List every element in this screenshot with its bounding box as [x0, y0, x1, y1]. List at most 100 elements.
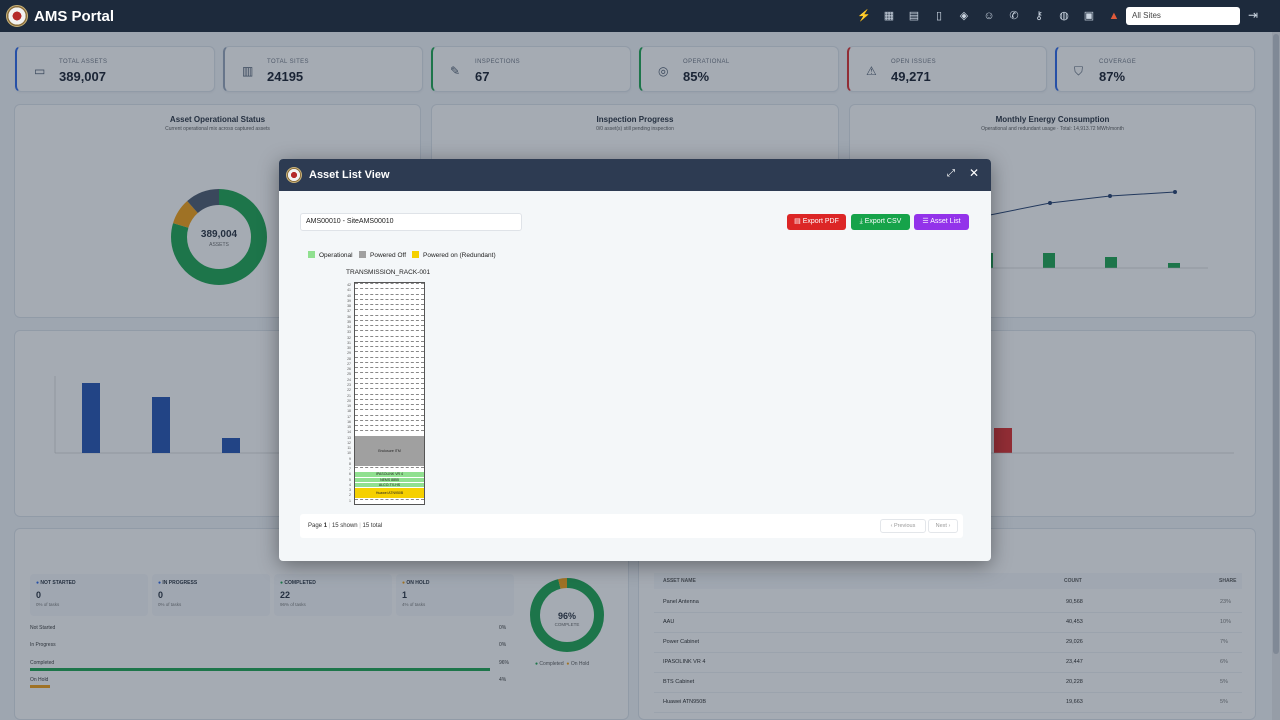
rack-unit-number: 14 [347, 430, 351, 435]
rack-unit-number: 25 [347, 372, 351, 377]
rack-unit-number: 33 [347, 330, 351, 335]
rack-unit-line [355, 309, 424, 311]
top-bar: AMS Portal ⚡ ▦ ▤ ▯ ◈ ☺ ✆ ⚷ ◍ ▣ ▲ All Sit… [0, 0, 1280, 32]
rack-unit-number: 37 [347, 309, 351, 314]
download-icon: ⤓ [859, 218, 863, 225]
rack-unit-number: 40 [347, 293, 351, 298]
rack-unit-number: 17 [347, 414, 351, 419]
rack-unit-number: 6 [349, 472, 351, 477]
rack-unit-line [355, 425, 424, 427]
bolt-icon[interactable]: ⚡ [856, 8, 872, 24]
rack-unit-line [355, 467, 424, 469]
page-number: 1 [323, 523, 328, 529]
rack-unit-line [355, 419, 424, 421]
rack-unit-line [355, 377, 424, 379]
rack-unit-number: 23 [347, 382, 351, 387]
rack-unit-line [355, 288, 424, 290]
export-pdf-button[interactable]: ▤ Export PDF [787, 214, 846, 230]
rack-unit-number: 29 [347, 351, 351, 356]
rack-unit-line [355, 293, 424, 295]
rack-unit-number: 7 [349, 467, 351, 472]
export-csv-label: Export CSV [864, 218, 902, 225]
rack-unit-line [355, 356, 424, 358]
shown-count: 15 shown [331, 523, 358, 529]
page-label: Page [308, 523, 323, 529]
rack-unit-line [355, 361, 424, 363]
key-icon[interactable]: ⚷ [1031, 8, 1047, 24]
total-count: 15 total [362, 523, 383, 529]
rack-unit-number: 19 [347, 404, 351, 409]
chart-icon[interactable]: ▲ [1106, 8, 1122, 24]
rack-unit-number: 30 [347, 346, 351, 351]
table-icon[interactable]: ▦ [881, 8, 897, 24]
rack-diagram: Enclosure ITM IPASOLINK VR 4 NEMS 8855 ALCO… [354, 282, 425, 505]
legend-powered-off: Powered Off [359, 251, 406, 259]
rack-unit-number: 9 [349, 456, 351, 461]
rack-unit-number: 31 [347, 340, 351, 345]
phone-icon[interactable]: ✆ [1006, 8, 1022, 24]
rack-unit-number: 20 [347, 398, 351, 403]
rack-unit-line [355, 330, 424, 332]
users-icon[interactable]: ☺ [981, 8, 997, 24]
rack-unit-line [355, 367, 424, 369]
asset-list-modal: Asset List View ⤢ ✕ AMS00010 - SiteAMS00… [279, 159, 991, 561]
rack-slot[interactable]: Enclosure ITM [355, 435, 424, 468]
rack-unit-number: 18 [347, 409, 351, 414]
rack-unit-number: 16 [347, 419, 351, 424]
export-csv-button[interactable]: ⤓ Export CSV [851, 214, 910, 230]
rack-unit-number: 5 [349, 477, 351, 482]
legend-label: Powered on (Redundant) [423, 252, 496, 259]
rack-slot[interactable]: Huawei ATN950B [355, 488, 424, 499]
expand-icon[interactable]: ⤢ [947, 168, 955, 179]
next-button[interactable]: Next › [928, 519, 958, 533]
rack-unit-number: 28 [347, 356, 351, 361]
previous-button[interactable]: ‹ Previous [880, 519, 926, 533]
pdf-icon: ▤ [794, 218, 801, 225]
rack-unit-line [355, 430, 424, 432]
rack-unit-line [355, 372, 424, 374]
rack-unit-line [355, 346, 424, 348]
rack-unit-number: 35 [347, 319, 351, 324]
rack-unit-line [355, 393, 424, 395]
app-logo [6, 5, 28, 27]
rack-unit-number: 36 [347, 314, 351, 319]
rack-unit-number: 26 [347, 367, 351, 372]
rack-unit-number: 21 [347, 393, 351, 398]
site-input[interactable]: AMS00010 - SiteAMS00010 [300, 213, 522, 231]
calendar-icon[interactable]: ▣ [1081, 8, 1097, 24]
legend-label: Powered Off [370, 252, 407, 259]
rack-unit-line [355, 335, 424, 337]
legend-operational: Operational [308, 251, 353, 259]
modal-title: Asset List View [309, 169, 390, 181]
map-icon[interactable]: ▯ [931, 8, 947, 24]
modal-logo [286, 167, 302, 183]
rack-unit-number: 41 [347, 288, 351, 293]
rack-unit-number: 42 [347, 283, 351, 287]
list-icon: ☰ [922, 218, 929, 225]
legend-swatch [412, 251, 419, 258]
legend-swatch [359, 251, 366, 258]
rack-unit-line [355, 404, 424, 406]
rack-unit-number: 22 [347, 388, 351, 393]
close-icon[interactable]: ✕ [969, 166, 979, 180]
rack-unit-line [355, 314, 424, 316]
rack-unit-number: 10 [347, 451, 351, 456]
clipboard-icon[interactable]: ▤ [906, 8, 922, 24]
legend-label: Operational [319, 252, 353, 259]
rack-unit-line [355, 340, 424, 342]
rack-unit-number: 15 [347, 425, 351, 430]
rack-unit-line [355, 382, 424, 384]
asset-list-label: Asset List [930, 218, 961, 225]
rack-unit-number: 27 [347, 361, 351, 366]
rack-unit-line [355, 298, 424, 300]
rack-unit-number: 1 [349, 498, 351, 503]
asset-list-button[interactable]: ☰ Asset List [914, 214, 969, 230]
site-select[interactable]: All Sites [1126, 7, 1240, 25]
legend-redundant: Powered on (Redundant) [412, 251, 496, 259]
rack-unit-number: 24 [347, 377, 351, 382]
logout-icon[interactable]: ⇥ [1248, 8, 1258, 22]
box-icon[interactable]: ◈ [956, 8, 972, 24]
globe-icon[interactable]: ◍ [1056, 8, 1072, 24]
pagination-bar: Page 1 | 15 shown | 15 total ‹ Previous … [300, 514, 963, 538]
modal-header: Asset List View ⤢ ✕ [279, 159, 991, 191]
